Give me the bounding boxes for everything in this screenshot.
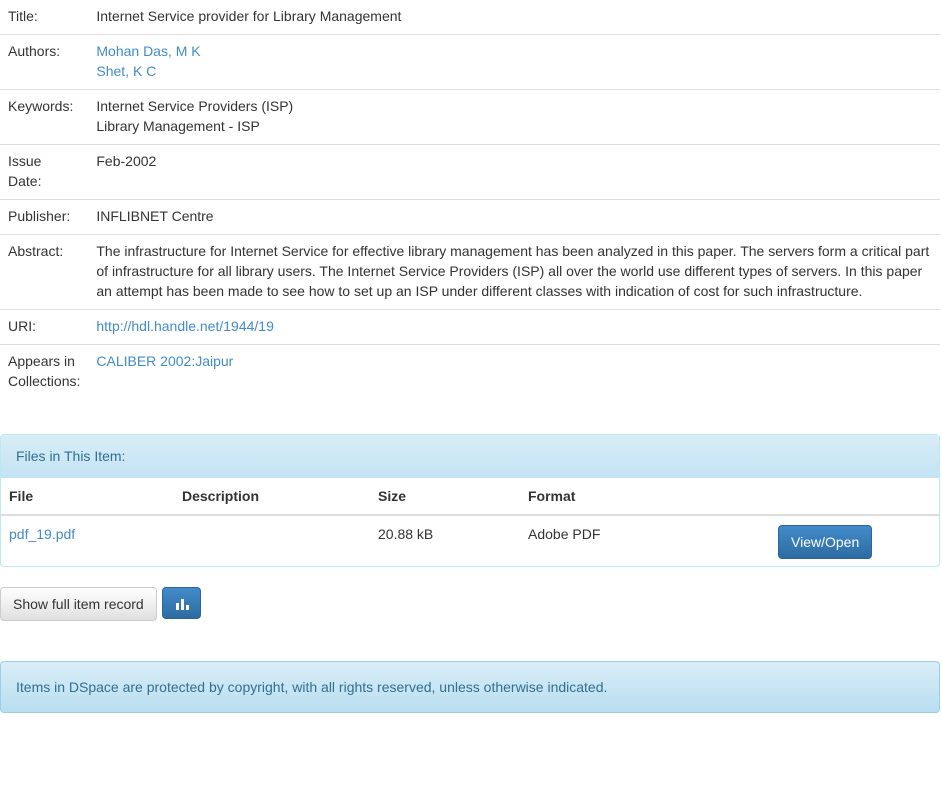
keywords-list: Internet Service Providers (ISP) Library…	[88, 89, 940, 145]
copyright-notice: Items in DSpace are protected by copyrig…	[0, 661, 940, 713]
keyword: Library Management - ISP	[96, 118, 260, 134]
keywords-label: Keywords:	[0, 89, 89, 145]
authors-list: Mohan Das, M K Shet, K C	[88, 34, 940, 90]
files-table: File Description Size Format pdf_19.pdf …	[1, 478, 939, 566]
title-label: Title:	[8, 8, 38, 24]
metadata-row-uri: URI: http://hdl.handle.net/1944/19	[0, 309, 940, 345]
column-header-file: File	[1, 478, 174, 516]
metadata-row-abstract: Abstract: The infrastructure for Interne…	[0, 234, 940, 310]
item-metadata-table: Title: Internet Service provider for Lib…	[0, 0, 940, 399]
metadata-row-title: Title: Internet Service provider for Lib…	[0, 0, 940, 35]
metadata-row-collections: Appears in Collections: CALIBER 2002:Jai…	[0, 344, 940, 399]
files-table-header: File Description Size Format	[1, 478, 939, 516]
issue-date-label-line: Issue	[8, 153, 42, 169]
metadata-row-authors: Authors: Mohan Das, M K Shet, K C	[0, 34, 940, 90]
issue-date: Feb-2002	[88, 144, 940, 200]
uri-label: URI:	[0, 309, 89, 345]
author-link[interactable]: Shet, K C	[96, 61, 932, 81]
statistics-button[interactable]	[161, 587, 201, 619]
column-header-format: Format	[520, 478, 768, 516]
collection-link[interactable]: CALIBER 2002:Jaipur	[96, 353, 233, 369]
author-link[interactable]: Mohan Das, M K	[96, 41, 932, 61]
files-panel-heading: Files in This Item:	[1, 435, 939, 478]
issue-date-label: Issue Date:	[0, 144, 89, 200]
collections-cell: CALIBER 2002:Jaipur	[88, 344, 940, 399]
file-link[interactable]: pdf_19.pdf	[9, 526, 75, 542]
uri-cell: http://hdl.handle.net/1944/19	[88, 309, 940, 345]
abstract-text: The infrastructure for Internet Service …	[88, 234, 940, 310]
files-panel: Files in This Item: File Description Siz…	[0, 434, 940, 567]
file-size: 20.88 kB	[378, 526, 434, 542]
abstract-line: an attempt has been made to see how to s…	[96, 283, 863, 299]
abstract-line: of infrastructure for all library users.…	[96, 263, 923, 279]
file-name-cell: pdf_19.pdf	[1, 515, 174, 566]
column-header-size: Size	[370, 478, 520, 516]
metadata-row-publisher: Publisher: INFLIBNET Centre	[0, 199, 940, 235]
view-open-button[interactable]: View/Open	[778, 525, 873, 559]
collections-label-line: Appears in	[8, 353, 75, 369]
metadata-row-issue-date: Issue Date: Feb-2002	[0, 144, 940, 200]
item-title: Internet Service provider for Library Ma…	[96, 8, 402, 24]
abstract-line: The infrastructure for Internet Service …	[96, 243, 930, 259]
column-header-description: Description	[174, 478, 370, 516]
show-full-record-button[interactable]: Show full item record	[0, 587, 157, 621]
file-format: Adobe PDF	[528, 526, 601, 542]
file-action-cell: View/Open	[768, 515, 939, 566]
collections-label-line: Collections:	[8, 373, 81, 389]
table-row: pdf_19.pdf 20.88 kB Adobe PDF View/Open	[1, 515, 939, 566]
item-actions: Show full item record	[0, 587, 942, 621]
bar-chart-icon	[175, 599, 189, 610]
authors-label: Authors:	[0, 34, 89, 90]
publisher: INFLIBNET Centre	[88, 199, 940, 235]
file-description	[174, 515, 370, 566]
uri-link[interactable]: http://hdl.handle.net/1944/19	[96, 318, 273, 334]
keyword: Internet Service Providers (ISP)	[96, 98, 294, 114]
issue-date-label-line: Date:	[8, 173, 42, 189]
collections-label: Appears in Collections:	[0, 344, 89, 399]
abstract-label: Abstract:	[0, 234, 89, 310]
column-header-action	[768, 478, 939, 516]
metadata-row-keywords: Keywords: Internet Service Providers (IS…	[0, 89, 940, 145]
publisher-label: Publisher:	[0, 199, 89, 235]
